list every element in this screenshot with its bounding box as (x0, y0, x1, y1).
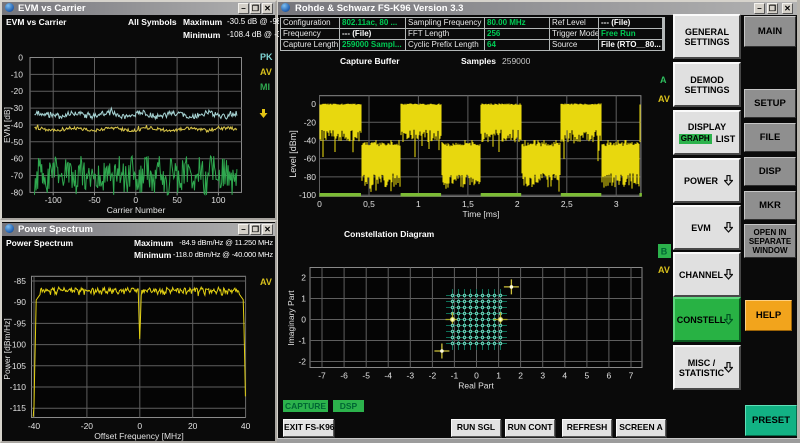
svg-text:-1: -1 (298, 336, 306, 346)
svg-text:-40: -40 (28, 421, 41, 431)
svg-text:-5: -5 (362, 371, 370, 381)
svg-text:0: 0 (133, 195, 138, 205)
svg-text:4: 4 (562, 371, 567, 381)
svg-text:0: 0 (311, 99, 316, 109)
svg-text:-2: -2 (429, 371, 437, 381)
svg-text:-4: -4 (384, 371, 392, 381)
svg-text:AV: AV (260, 67, 272, 77)
svg-text:7: 7 (629, 371, 634, 381)
svg-text:-80: -80 (304, 172, 317, 182)
svg-text:1: 1 (496, 371, 501, 381)
svg-text:1: 1 (416, 199, 421, 209)
svg-text:0: 0 (317, 199, 322, 209)
svg-text:-85: -85 (14, 276, 27, 286)
svg-text:-2: -2 (298, 357, 306, 367)
svg-text:3: 3 (614, 199, 619, 209)
svg-text:Offset Frequency [MHz]: Offset Frequency [MHz] (94, 431, 184, 441)
svg-text:0,5: 0,5 (363, 199, 375, 209)
svg-text:-20: -20 (81, 421, 94, 431)
svg-text:2,5: 2,5 (561, 199, 573, 209)
svg-text:20: 20 (188, 421, 198, 431)
svg-text:Carrier Number: Carrier Number (107, 205, 166, 215)
svg-text:2: 2 (515, 199, 520, 209)
svg-text:40: 40 (241, 421, 251, 431)
svg-text:-60: -60 (11, 154, 24, 164)
svg-text:0: 0 (474, 371, 479, 381)
svg-text:AV: AV (658, 265, 670, 275)
svg-text:-50: -50 (11, 137, 24, 147)
svg-text:-110: -110 (10, 382, 27, 392)
svg-text:-1: -1 (451, 371, 459, 381)
svg-text:-90: -90 (14, 297, 27, 307)
svg-text:Level [dBm]: Level [dBm] (288, 130, 298, 178)
svg-text:-10: -10 (11, 69, 24, 79)
svg-text:B: B (661, 247, 668, 257)
svg-text:-40: -40 (304, 136, 317, 146)
svg-text:-70: -70 (11, 171, 24, 181)
svg-text:-20: -20 (304, 117, 317, 127)
svg-text:-7: -7 (318, 371, 326, 381)
svg-text:0: 0 (18, 53, 23, 63)
svg-text:0: 0 (137, 421, 142, 431)
svg-text:EVM [dB]: EVM [dB] (2, 107, 12, 143)
svg-text:1,5: 1,5 (462, 199, 474, 209)
svg-text:Power [dBm/Hz]: Power [dBm/Hz] (2, 318, 12, 379)
svg-text:MI: MI (260, 82, 270, 92)
svg-text:-40: -40 (11, 120, 24, 130)
svg-text:2: 2 (518, 371, 523, 381)
svg-text:50: 50 (172, 195, 182, 205)
svg-text:-60: -60 (304, 154, 317, 164)
svg-text:-3: -3 (407, 371, 415, 381)
svg-text:AV: AV (658, 94, 670, 104)
svg-text:3: 3 (540, 371, 545, 381)
svg-text:-100: -100 (299, 190, 316, 200)
svg-text:A: A (660, 75, 667, 85)
svg-text:1: 1 (301, 294, 306, 304)
svg-text:PK: PK (260, 52, 273, 62)
svg-text:-95: -95 (14, 318, 27, 328)
svg-text:-50: -50 (88, 195, 101, 205)
svg-text:AV: AV (260, 277, 272, 287)
svg-text:-100: -100 (45, 195, 62, 205)
svg-text:2: 2 (301, 273, 306, 283)
svg-text:6: 6 (607, 371, 612, 381)
svg-text:5: 5 (585, 371, 590, 381)
svg-text:Real Part: Real Part (458, 381, 494, 391)
svg-text:-6: -6 (340, 371, 348, 381)
svg-text:-115: -115 (10, 403, 27, 413)
svg-text:Imaginary Part: Imaginary Part (286, 290, 296, 346)
svg-text:-20: -20 (11, 86, 24, 96)
svg-text:100: 100 (211, 195, 225, 205)
svg-text:-30: -30 (11, 103, 24, 113)
svg-text:-80: -80 (11, 187, 24, 197)
svg-text:Time [ms]: Time [ms] (463, 209, 500, 219)
svg-text:0: 0 (301, 315, 306, 325)
